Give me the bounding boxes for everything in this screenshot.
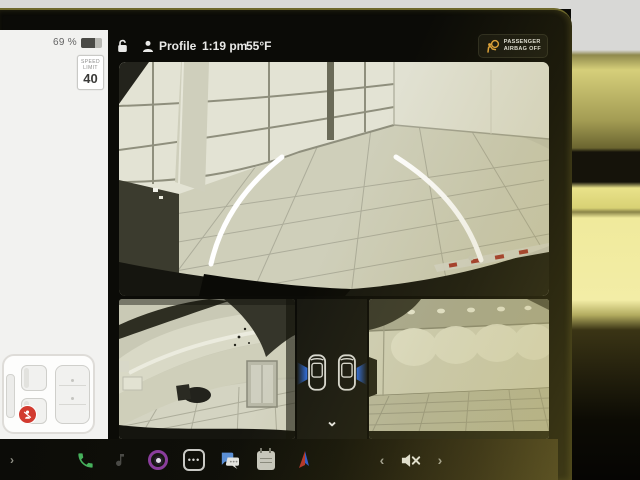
right-repeater-camera-feed[interactable] xyxy=(369,299,549,439)
seatbelt-warning-icon xyxy=(18,405,37,424)
airbag-warning-icon xyxy=(485,39,500,54)
media-previous-button[interactable]: ‹ xyxy=(374,448,390,472)
car-dash-graphic xyxy=(6,374,15,418)
airbag-status: OFF xyxy=(529,46,541,52)
music-app-button[interactable] xyxy=(110,448,134,472)
left-repeater-camera-feed[interactable] xyxy=(119,299,295,439)
passenger-airbag-indicator: PASSENGER AIRBAG OFF xyxy=(478,34,548,58)
speed-limit-sign: SPEED LIMIT 40 xyxy=(77,55,104,90)
app-grid-icon: ••• xyxy=(183,449,205,471)
driver-seat xyxy=(21,398,47,424)
media-next-button[interactable]: › xyxy=(432,448,448,472)
left-repeater-car-icon xyxy=(297,353,328,392)
display-area: 69 % SPEED LIMIT 40 xyxy=(0,30,558,480)
battery-percent-label: 69 % xyxy=(53,37,77,48)
seat-occupancy-map xyxy=(2,354,95,434)
unlock-button[interactable] xyxy=(116,30,129,62)
dashcam-app-button[interactable] xyxy=(146,448,170,472)
messages-app-button[interactable] xyxy=(218,448,242,472)
airbag-text-line1: PASSENGER xyxy=(504,39,541,46)
rear-camera-feed[interactable] xyxy=(119,62,549,296)
profile-label: Profile xyxy=(159,39,196,53)
right-repeater-car-icon xyxy=(336,353,367,392)
mute-volume-button[interactable] xyxy=(396,448,426,472)
phone-app-button[interactable] xyxy=(73,448,97,472)
navigation-app-button[interactable] xyxy=(292,448,316,472)
battery-icon xyxy=(81,38,102,48)
app-launcher-bar: › ••• xyxy=(0,439,558,480)
airbag-text-line2: AIRBAG xyxy=(504,46,529,52)
temperature-label: 55°F xyxy=(246,39,271,53)
music-note-icon xyxy=(114,452,130,468)
launcher-expand-chevron[interactable]: › xyxy=(0,448,24,472)
status-sidebar: 69 % SPEED LIMIT 40 xyxy=(0,30,108,439)
all-apps-button[interactable]: ••• xyxy=(182,448,206,472)
background-pillar xyxy=(571,0,640,480)
profile-menu-button[interactable]: Profile xyxy=(142,30,196,62)
top-status-bar: Profile 1:19 pm 55°F PASSENGER xyxy=(108,30,558,62)
dashboard-photo: 69 % SPEED LIMIT 40 xyxy=(0,0,640,480)
outside-temperature-button[interactable]: 55°F xyxy=(246,30,271,62)
navigation-arrow-icon xyxy=(296,451,312,469)
person-icon xyxy=(142,40,154,53)
unlocked-padlock-icon xyxy=(116,39,129,53)
calendar-icon xyxy=(257,451,275,470)
camera-selector-strip: ⌄ xyxy=(297,299,367,439)
phone-icon xyxy=(76,451,95,470)
mute-speaker-icon xyxy=(401,453,421,468)
tesla-touchscreen: 69 % SPEED LIMIT 40 xyxy=(0,8,572,480)
front-seat xyxy=(21,365,47,391)
collapse-camera-chevron[interactable]: ⌄ xyxy=(297,415,367,429)
calendar-app-button[interactable] xyxy=(254,448,278,472)
time-label: 1:19 pm xyxy=(202,39,247,53)
battery-indicator[interactable]: 69 % xyxy=(53,37,102,48)
rear-bench-seat xyxy=(55,365,90,424)
messages-icon xyxy=(220,451,240,469)
camera-lens-icon xyxy=(148,450,168,470)
clock: 1:19 pm xyxy=(202,30,247,62)
speed-limit-value: 40 xyxy=(83,72,97,86)
